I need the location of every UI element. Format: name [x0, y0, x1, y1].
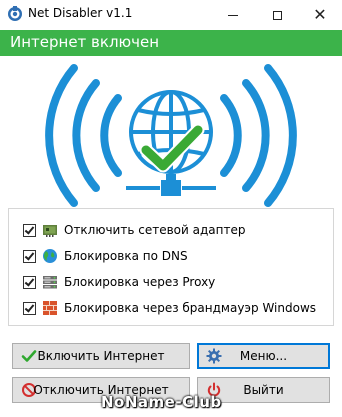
app-icon [8, 6, 22, 21]
app-window: Net Disabler v1.1 ✕ Интернет включен Отк… [0, 0, 342, 417]
window-title: Net Disabler v1.1 [28, 6, 133, 20]
enable-internet-button[interactable]: Включить Интернет [12, 343, 190, 369]
menu-label: Меню... [239, 349, 288, 363]
enable-internet-label: Включить Интернет [37, 349, 165, 363]
option-firewall-block[interactable]: Блокировка через брандмауэр Windows [23, 299, 316, 317]
close-icon: ✕ [313, 5, 327, 24]
status-text: Интернет включен [10, 33, 160, 51]
option-label: Отключить сетевой адаптер [64, 223, 246, 237]
options-group: Отключить сетевой адаптер Блокировка по … [8, 208, 334, 326]
globe-wifi-icon [45, 64, 297, 207]
checkbox-firewall-block[interactable] [23, 301, 36, 315]
checkbox-dns-block[interactable] [23, 249, 36, 263]
title-bar[interactable]: Net Disabler v1.1 ✕ [0, 0, 342, 30]
firewall-icon [43, 301, 57, 315]
network-adapter-icon [43, 225, 57, 237]
close-button[interactable]: ✕ [298, 0, 342, 30]
checkbox-disable-adapter[interactable] [23, 223, 36, 237]
server-icon [43, 276, 57, 289]
maximize-icon [272, 10, 282, 20]
option-label: Блокировка по DNS [64, 249, 188, 263]
option-label: Блокировка через Proxy [64, 275, 216, 289]
watermark: NoName-Club [101, 393, 222, 411]
option-proxy-block[interactable]: Блокировка через Proxy [23, 273, 215, 291]
menu-button[interactable]: Меню... [197, 343, 330, 369]
status-banner: Интернет включен [0, 30, 342, 56]
minimize-button[interactable] [211, 0, 255, 30]
option-disable-adapter[interactable]: Отключить сетевой адаптер [23, 221, 245, 239]
option-dns-block[interactable]: Блокировка по DNS [23, 247, 188, 265]
option-label: Блокировка через брандмауэр Windows [64, 301, 317, 315]
globe-icon [43, 249, 57, 263]
maximize-button[interactable] [255, 0, 299, 30]
minimize-icon [228, 14, 238, 16]
checkbox-proxy-block[interactable] [23, 275, 36, 289]
